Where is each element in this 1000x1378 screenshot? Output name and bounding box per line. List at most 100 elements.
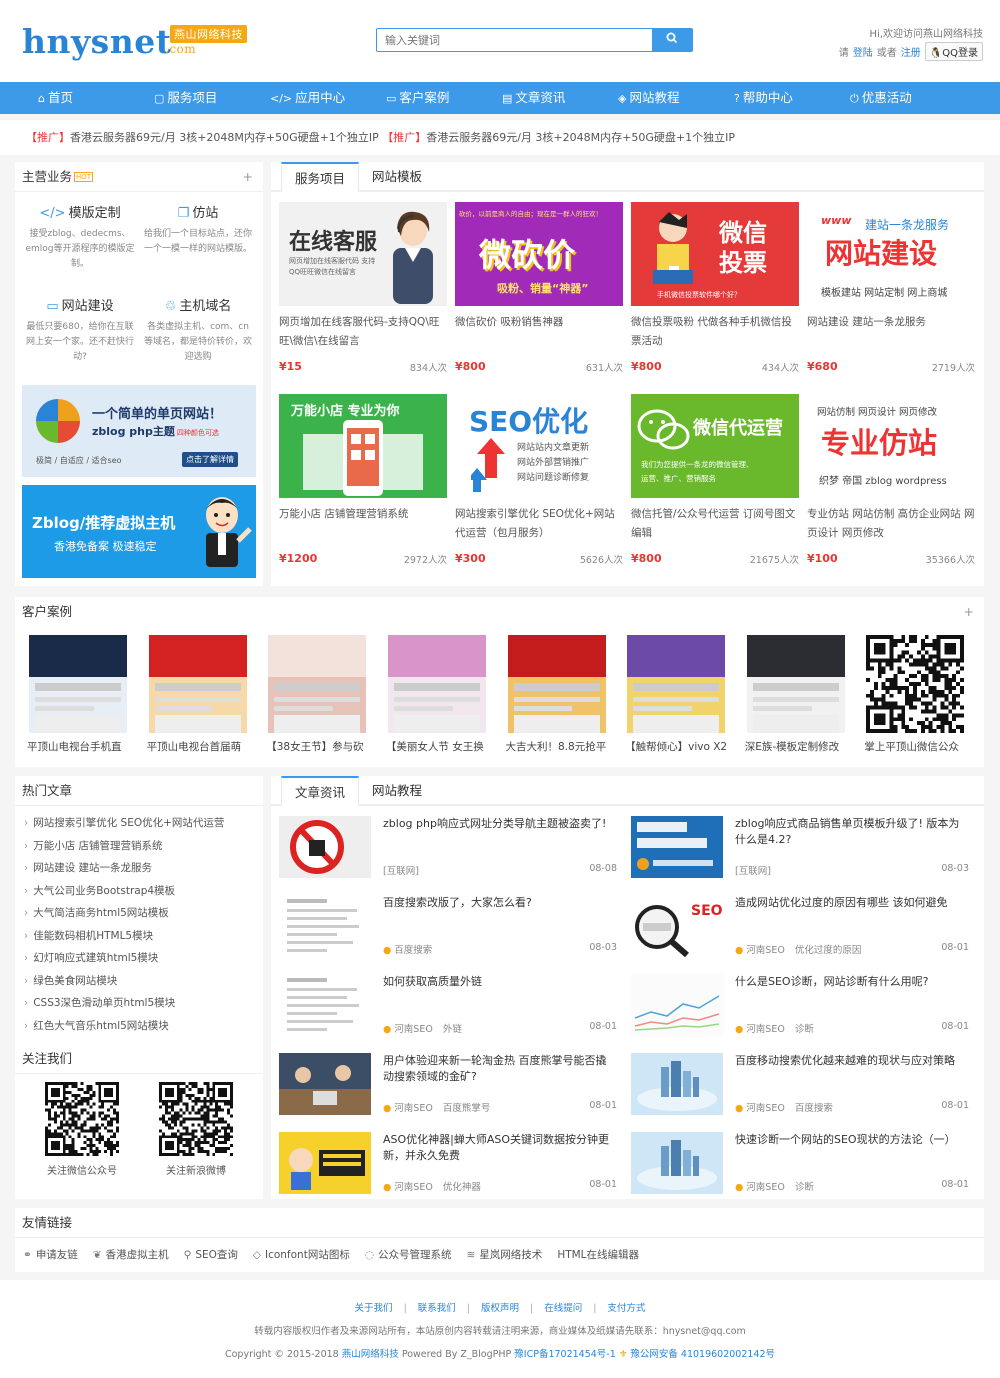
service-image[interactable]: 微信代运营 我们为您提供一条龙的微信管理、运营、推广、营销服务 (631, 394, 799, 498)
case-card[interactable]: 平顶山电视台首届萌 (147, 635, 267, 754)
news-tag[interactable]: 河南SEO (746, 1024, 785, 1035)
service-title[interactable]: 网站搜索引擎优化 SEO优化+网站代运营（包月服务） (455, 505, 623, 543)
news-tag[interactable]: 诊断 (795, 1024, 814, 1035)
ad-virtual-host[interactable]: Zblog/推荐虚拟主机 香港免备案 极速稳定 (22, 485, 256, 578)
login-link[interactable]: 登陆 (853, 44, 873, 59)
footer-link[interactable]: 关于我们 (355, 1303, 393, 1314)
service-image[interactable]: 网站仿制 网页设计 网页修改 专业仿站 织梦 帝国 zblog wordpress (807, 394, 975, 498)
case-title[interactable]: 平顶山电视台手机直 (27, 739, 145, 754)
service-title[interactable]: 网页增加在线客服代码-支持QQ\旺旺\微信\在线留言 (279, 313, 447, 351)
ad1-button[interactable]: 点击了解详情 (182, 452, 238, 467)
news-thumbnail[interactable] (279, 1132, 371, 1194)
plus-icon[interactable]: + (243, 162, 253, 192)
case-card[interactable]: 【触帮倾心】vivo X2 (625, 635, 745, 754)
news-tag[interactable]: 诊断 (795, 1182, 814, 1193)
case-card[interactable]: 掌上平顶山微信公众 (864, 635, 984, 754)
hot-article-item[interactable]: 网站搜索引擎优化 SEO优化+网站代运营 (24, 812, 263, 835)
case-title[interactable]: 掌上平顶山微信公众 (864, 739, 982, 754)
service-image[interactable]: 万能小店 专业为你 (279, 394, 447, 498)
tab-services[interactable]: 服务项目 (281, 162, 360, 192)
case-image[interactable] (387, 635, 486, 733)
nav-item-4[interactable]: ▤ 文章资讯 (502, 82, 618, 114)
police-link[interactable]: 豫公网安备 41019602002142号 (630, 1349, 775, 1360)
news-thumbnail[interactable] (279, 1053, 371, 1115)
qq-login-button[interactable]: 🐧QQ登录 (924, 42, 983, 61)
service-card[interactable]: 建站一条龙服务 www 网站建设 模板建站 网站定制 网上商城 网站建设 建站一条龙服务… (807, 202, 983, 386)
news-title[interactable]: 百度搜索改版了，大家怎么看? (383, 895, 617, 911)
news-title[interactable]: 造成网站优化过度的原因有哪些 该如何避免 (735, 895, 969, 911)
service-card[interactable]: 微信投票 手机微信投票软件哪个好？ 微信投票吸粉 代做各种手机微信投票活动 ¥800 4… (631, 202, 807, 386)
friend-link[interactable]: ❦ 香港虚拟主机 (93, 1247, 169, 1262)
service-image[interactable]: 微信投票 手机微信投票软件哪个好？ (631, 202, 799, 306)
news-title[interactable]: ASO优化神器|蝉大师ASO关键词数据按分钟更新，并永久免费 (383, 1132, 617, 1164)
nav-item-5[interactable]: ◈ 网站教程 (618, 82, 734, 114)
case-card[interactable]: 平顶山电视台手机直 (27, 635, 147, 754)
nav-item-2[interactable]: </> 应用中心 (270, 82, 386, 114)
news-tag[interactable]: 优化过度的原因 (795, 945, 862, 956)
news-tag[interactable]: 河南SEO (394, 1024, 433, 1035)
hot-article-item[interactable]: 大气公司业务Bootstrap4模板 (24, 880, 263, 903)
business-item[interactable]: ❐ 仿站 给我们一个目标站点，还你一个一模一样的网站模版。 (139, 202, 257, 295)
nav-item-0[interactable]: ⌂ 首页 (38, 82, 154, 114)
promo-link-1[interactable]: 【推广】香港云服务器69元/月 3核+2048M内存+50G硬盘+1个独立IP (26, 131, 379, 144)
nav-item-7[interactable]: ⏻ 优惠活动 (850, 82, 966, 114)
case-image[interactable] (148, 635, 247, 733)
footer-link[interactable]: 版权声明 (481, 1303, 519, 1314)
case-title[interactable]: 【美丽女人节 女王换 (386, 739, 504, 754)
case-title[interactable]: 大吉大利！8.8元抢平 (506, 739, 624, 754)
service-image[interactable]: 在线客服 网页增加在线客服代码 支持QQ旺旺微信在线留言 (279, 202, 447, 306)
tab-templates[interactable]: 网站模板 (359, 162, 435, 190)
service-title[interactable]: 专业仿站 网站仿制 高仿企业网站 网页设计 网页修改 (807, 505, 975, 543)
friend-link[interactable]: ◇ Iconfont网站图标 (253, 1247, 350, 1262)
news-thumbnail[interactable] (631, 1132, 723, 1194)
footer-link[interactable]: 联系我们 (418, 1303, 456, 1314)
news-thumbnail[interactable] (279, 895, 371, 957)
site-logo[interactable]: hnysnet 燕山网络科技 .com (22, 22, 247, 61)
case-image[interactable] (507, 635, 606, 733)
news-item[interactable]: ASO优化神器|蝉大师ASO关键词数据按分钟更新，并永久免费 ● 河南SEO 优化神器… (279, 1132, 631, 1211)
service-title[interactable]: 网站建设 建站一条龙服务 (807, 313, 975, 351)
search-input[interactable] (377, 29, 653, 51)
news-thumbnail[interactable] (631, 1053, 723, 1115)
search-button[interactable] (652, 29, 692, 51)
news-title[interactable]: 用户体验迎来新一轮淘金热 百度熊掌号能否撬动搜索领域的金矿? (383, 1053, 617, 1085)
news-item[interactable]: 百度搜索改版了，大家怎么看? ● 百度搜索 08-03 (279, 895, 631, 974)
friend-link[interactable]: HTML在线编辑器 (557, 1247, 639, 1262)
news-tag[interactable]: 外链 (443, 1024, 462, 1035)
news-item[interactable]: 百度移动搜索优化越来越难的现状与应对策略 ● 河南SEO 百度搜索 08-01 (631, 1053, 983, 1132)
news-item[interactable]: 什么是SEO诊断，网站诊断有什么用呢? ● 河南SEO 诊断 08-01 (631, 974, 983, 1053)
news-title[interactable]: 快速诊断一个网站的SEO现状的方法论（一） (735, 1132, 969, 1148)
plus-icon[interactable]: + (964, 597, 974, 627)
case-image[interactable] (627, 635, 726, 733)
nav-item-1[interactable]: ▢ 服务项目 (154, 82, 270, 114)
case-title[interactable]: 平顶山电视台首届萌 (147, 739, 265, 754)
case-image[interactable] (746, 635, 845, 733)
news-title[interactable]: zblog php响应式网址分类导航主题被盗卖了! (383, 816, 617, 832)
news-tag[interactable]: [互联网] (383, 866, 419, 877)
friend-link[interactable]: ⚭ 申请友链 (23, 1247, 78, 1262)
business-item[interactable]: ♲ 主机域名 各类虚拟主机、com、cn等域名，都是特价转价，欢迎选购 (139, 295, 257, 388)
news-tag[interactable]: 河南SEO (394, 1182, 433, 1193)
news-tag[interactable]: 河南SEO (746, 945, 785, 956)
news-tag[interactable]: 百度搜索 (795, 1103, 833, 1114)
footer-link[interactable]: 支付方式 (607, 1303, 645, 1314)
news-item[interactable]: zblog php响应式网址分类导航主题被盗卖了! [互联网] 08-08 (279, 816, 631, 895)
case-title[interactable]: 【38女王节】参与砍 (266, 739, 384, 754)
icp-link[interactable]: 豫ICP备17021454号-1 (514, 1349, 616, 1360)
case-image[interactable] (29, 635, 127, 733)
case-title[interactable]: 深E族-模板定制修改 (745, 739, 863, 754)
service-card[interactable]: 在线客服 网页增加在线客服代码 支持QQ旺旺微信在线留言网页增加在线客服代码-支持… (279, 202, 455, 386)
business-item[interactable]: </> 模版定制 接受zblog、dedecms、emlog等开源程序的模版定制。 (21, 202, 139, 295)
service-card[interactable]: 万能小店 专业为你 万能小店 店铺管理营销系统 ¥1200 2972人次 (279, 394, 455, 578)
service-card[interactable]: 砍价，以前是商人的自由；现在是一群人的狂欢！ 微砍价 吸粉、销量“神器” 微信砍价 吸… (455, 202, 631, 386)
case-image[interactable] (866, 635, 965, 733)
hot-article-item[interactable]: 绿色美食网站模块 (24, 970, 263, 993)
news-thumbnail[interactable]: SEO (631, 895, 723, 957)
case-card[interactable]: 深E族-模板定制修改 (745, 635, 865, 754)
news-tag[interactable]: 优化神器 (443, 1182, 481, 1193)
case-card[interactable]: 【美丽女人节 女王换 (386, 635, 506, 754)
friend-link[interactable]: ◌ 公众号管理系统 (365, 1247, 452, 1262)
news-thumbnail[interactable] (279, 974, 371, 1036)
hot-article-item[interactable]: 大气简洁商务html5网站模板 (24, 902, 263, 925)
service-card[interactable]: SEO优化 网站站内文章更新 网站外部营销推广 网站问题诊断修复 网站搜索引擎优化 SE… (455, 394, 631, 578)
